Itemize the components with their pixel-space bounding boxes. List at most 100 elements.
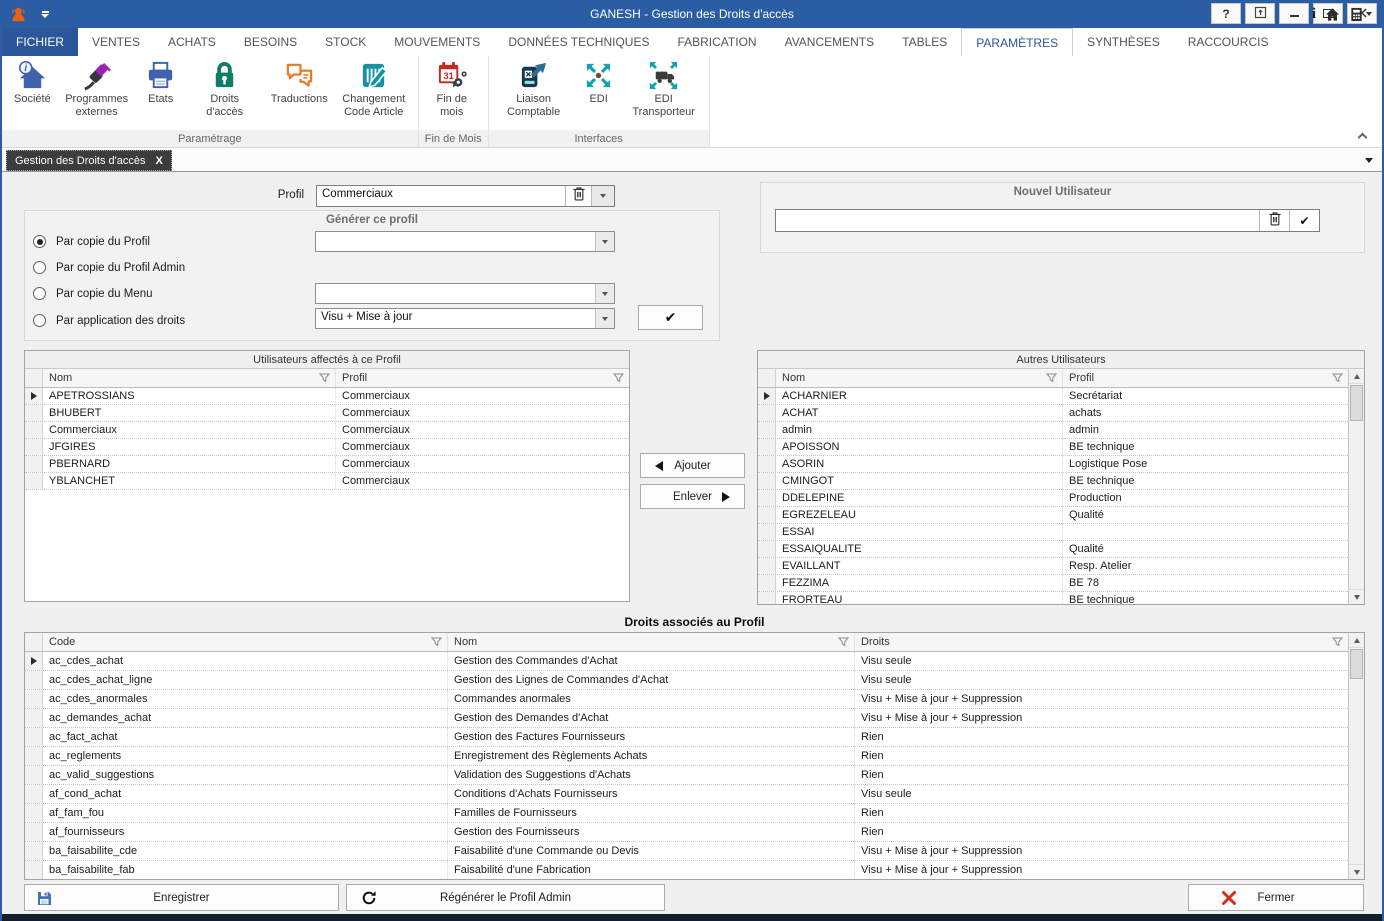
table-row[interactable]: af_cond_achatConditions d'Achats Fournis…	[25, 785, 1348, 804]
scroll-up-button[interactable]	[1349, 633, 1364, 648]
ribbon-button-societe[interactable]: iSociété	[7, 59, 58, 107]
ribbon-tab-fabrication[interactable]: FABRICATION	[663, 28, 770, 56]
home-icon[interactable]	[1325, 7, 1340, 22]
ribbon-tab-syntheses[interactable]: SYNTHÈSES	[1073, 28, 1174, 56]
table-row[interactable]: JFGIRESCommerciaux	[25, 439, 629, 456]
table-row[interactable]: APETROSSIANSCommerciaux	[25, 388, 629, 405]
new-user-delete-button[interactable]	[1259, 210, 1289, 231]
table-row[interactable]: ac_cdes_achatGestion des Commandes d'Ach…	[25, 652, 1348, 671]
ribbon-button-edi-transporteur[interactable]: EDI Transporteur	[624, 59, 704, 120]
table-row[interactable]: DDELEPINEProduction	[758, 490, 1348, 507]
tab-list-dropdown-icon[interactable]	[1365, 158, 1373, 163]
vertical-scrollbar[interactable]	[1348, 633, 1364, 879]
close-button[interactable]: Fermer	[1188, 884, 1364, 911]
pin-button[interactable]	[1245, 3, 1275, 24]
column-header-profil[interactable]: Profil	[1062, 369, 1348, 387]
ribbon-tab-ventes[interactable]: VENTES	[78, 28, 154, 56]
ribbon-button-liaison-comptable[interactable]: Liaison Comptable	[494, 59, 574, 120]
ribbon-tab-tables[interactable]: TABLES	[888, 28, 961, 56]
minimize-button[interactable]	[1279, 3, 1309, 24]
ribbon-button-droits-d-acces[interactable]: Droits d'accès	[186, 59, 264, 120]
table-row[interactable]: af_fournisseursGestion des FournisseursR…	[25, 823, 1348, 842]
ribbon-tab-fichier[interactable]: FICHIER	[2, 28, 78, 56]
table-row[interactable]: ac_cdes_anormalesCommandes anormalesVisu…	[25, 690, 1348, 709]
ribbon-button-programmes-externes[interactable]: Programmes externes	[58, 59, 136, 120]
filter-icon[interactable]	[1332, 637, 1343, 647]
regenerate-admin-button[interactable]: Régénérer le Profil Admin	[346, 884, 665, 911]
table-row[interactable]: BHUBERTCommerciaux	[25, 405, 629, 422]
info-icon[interactable]: i	[1312, 6, 1316, 23]
table-row[interactable]: YBLANCHETCommerciaux	[25, 473, 629, 490]
table-row[interactable]: ESSAIQUALITEQualité	[758, 541, 1348, 558]
radio-par-copie-du-menu[interactable]	[33, 287, 46, 300]
rights-combo[interactable]: Visu + Mise à jour	[315, 308, 615, 329]
ribbon-tab-donnees-techniques[interactable]: DONNÉES TECHNIQUES	[494, 28, 663, 56]
document-tab-close-icon[interactable]: X	[156, 155, 163, 167]
calculator-icon[interactable]	[1349, 7, 1372, 22]
filter-icon[interactable]	[1332, 373, 1343, 383]
table-row[interactable]: PBERNARDCommerciaux	[25, 456, 629, 473]
column-header-nom[interactable]: Nom	[776, 369, 1062, 387]
filter-icon[interactable]	[838, 637, 849, 647]
ribbon-tab-mouvements[interactable]: MOUVEMENTS	[380, 28, 494, 56]
scroll-up-button[interactable]	[1349, 369, 1364, 384]
radio-par-copie-du-profil-admin[interactable]	[33, 261, 46, 274]
remove-button[interactable]: Enlever	[640, 484, 745, 509]
table-row[interactable]: ba_faisabilite_cdeFaisabilité d'une Comm…	[25, 842, 1348, 861]
ribbon-tab-parametres[interactable]: PARAMÈTRES	[961, 28, 1073, 56]
column-header-profil[interactable]: Profil	[335, 369, 629, 387]
ribbon-tab-avancements[interactable]: AVANCEMENTS	[771, 28, 889, 56]
table-row[interactable]: FEZZIMABE 78	[758, 575, 1348, 592]
table-row[interactable]: ACHARNIERSecrétariat	[758, 388, 1348, 405]
table-row[interactable]: ba_faisabilite_fabFaisabilité d'une Fabr…	[25, 861, 1348, 879]
new-user-confirm-button[interactable]: ✔	[1289, 210, 1319, 231]
column-header-droits[interactable]: Droits	[854, 633, 1348, 651]
filter-icon[interactable]	[431, 637, 442, 647]
filter-icon[interactable]	[319, 373, 330, 383]
ribbon-button-edi[interactable]: EDI	[574, 59, 624, 107]
scroll-thumb[interactable]	[1350, 649, 1363, 679]
quick-access-caret-icon[interactable]	[41, 11, 49, 18]
table-row[interactable]: ACHATachats	[758, 405, 1348, 422]
table-row[interactable]: APOISSONBE technique	[758, 439, 1348, 456]
ribbon-tab-stock[interactable]: STOCK	[311, 28, 380, 56]
radio-par-copie-du-profil[interactable]	[33, 235, 46, 248]
table-row[interactable]: CMINGOTBE technique	[758, 473, 1348, 490]
document-tab[interactable]: Gestion des Droits d'accès X	[6, 150, 172, 171]
scroll-thumb[interactable]	[1350, 385, 1363, 421]
new-user-input[interactable]	[776, 210, 1259, 231]
combo-dropdown-button[interactable]	[595, 309, 614, 328]
profil-combo[interactable]: Commerciaux	[316, 185, 615, 207]
table-row[interactable]: ESSAI	[758, 524, 1348, 541]
table-row[interactable]: ac_cdes_achat_ligneGestion des Lignes de…	[25, 671, 1348, 690]
combo-dropdown-button[interactable]	[595, 284, 614, 303]
table-row[interactable]: adminadmin	[758, 422, 1348, 439]
table-row[interactable]: EGREZELEAUQualité	[758, 507, 1348, 524]
save-button[interactable]: Enregistrer	[24, 884, 339, 911]
ribbon-tab-raccourcis[interactable]: RACCOURCIS	[1174, 28, 1283, 56]
table-row[interactable]: CommerciauxCommerciaux	[25, 422, 629, 439]
column-header-nom[interactable]: Nom	[447, 633, 854, 651]
ribbon-button-traductions[interactable]: Traductions	[264, 59, 335, 107]
profil-dropdown-button[interactable]	[591, 186, 614, 206]
radio-par-application-des-droits[interactable]	[33, 314, 46, 327]
table-row[interactable]: ac_demandes_achatGestion des Demandes d'…	[25, 709, 1348, 728]
ribbon-tab-achats[interactable]: ACHATS	[154, 28, 230, 56]
ribbon-button-changement-code-article[interactable]: Changement Code Article	[335, 59, 413, 120]
table-row[interactable]: af_fam_fouFamilles de FournisseursRien	[25, 804, 1348, 823]
table-row[interactable]: ASORINLogistique Pose	[758, 456, 1348, 473]
column-header-nom[interactable]: Nom	[43, 369, 335, 387]
ribbon-button-fin-de-mois[interactable]: 31Fin de mois	[424, 59, 480, 120]
column-header-code[interactable]: Code	[43, 633, 447, 651]
scroll-down-button[interactable]	[1349, 589, 1364, 604]
table-row[interactable]: ac_valid_suggestionsValidation des Sugge…	[25, 766, 1348, 785]
profil-delete-button[interactable]	[565, 186, 591, 206]
combo-dropdown-button[interactable]	[595, 232, 614, 251]
add-button[interactable]: Ajouter	[640, 453, 745, 478]
ribbon-collapse-icon[interactable]	[1358, 133, 1368, 143]
filter-icon[interactable]	[613, 373, 624, 383]
filter-icon[interactable]	[1046, 373, 1057, 383]
table-row[interactable]: ac_reglementsEnregistrement des Règlemen…	[25, 747, 1348, 766]
ribbon-tab-besoins[interactable]: BESOINS	[230, 28, 311, 56]
ribbon-button-etats[interactable]: Etats	[136, 59, 186, 107]
